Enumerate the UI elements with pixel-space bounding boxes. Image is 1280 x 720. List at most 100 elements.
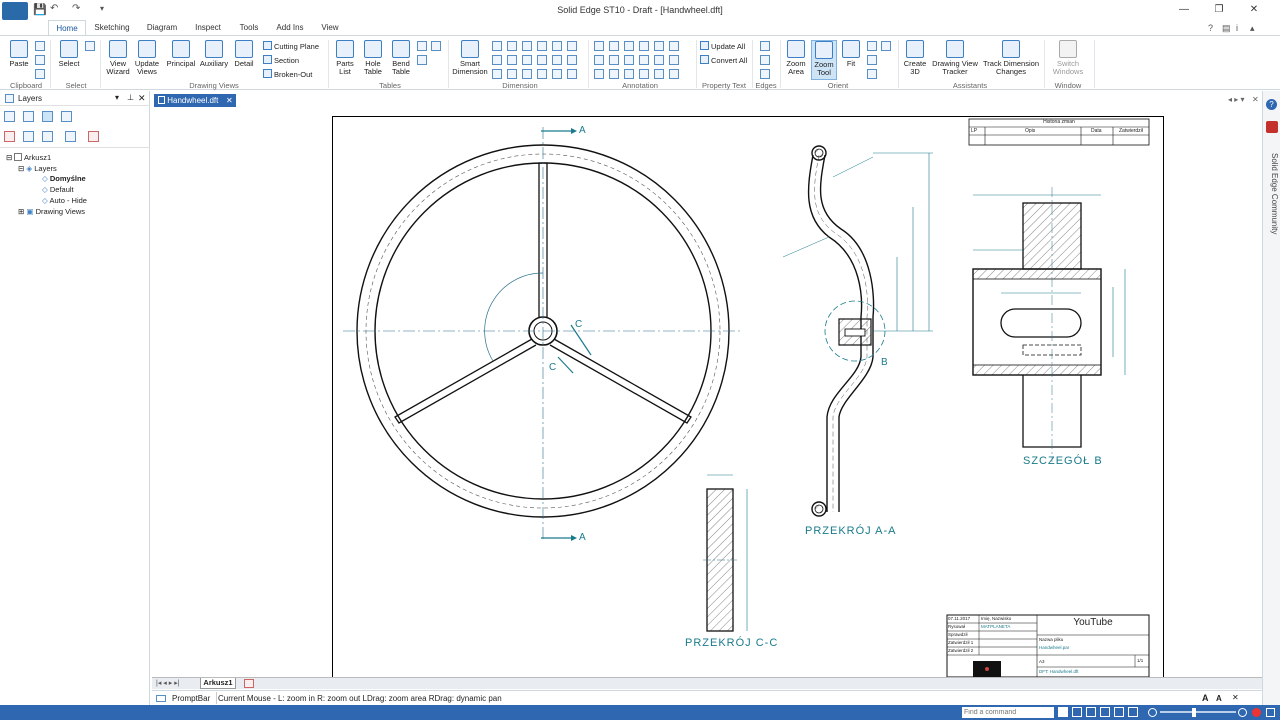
bend-table-button[interactable]: Bend Table (388, 40, 414, 76)
collapse-ribbon-icon[interactable]: ▴ (1250, 23, 1255, 34)
zoom-slider-thumb[interactable] (1192, 708, 1196, 717)
hole-table-button[interactable]: Hole Table (360, 40, 386, 76)
search-icon[interactable] (1058, 707, 1068, 717)
tab-sketching[interactable]: Sketching (90, 20, 134, 36)
ann-tool-6-icon[interactable] (669, 41, 679, 51)
broken-out-button[interactable]: Broken-Out (263, 69, 312, 81)
tab-home[interactable]: Home (48, 20, 86, 36)
pan-icon[interactable] (867, 55, 877, 65)
font-decrease-icon[interactable]: A (1216, 694, 1222, 703)
ann-tool-10-icon[interactable] (639, 55, 649, 65)
pin-icon[interactable]: ⊥ (127, 93, 134, 102)
table-tool-2-icon[interactable] (431, 41, 441, 51)
command-finder-input[interactable] (962, 707, 1054, 718)
dim-tool-17-icon[interactable] (552, 69, 562, 79)
update-all-button[interactable]: Update All (700, 41, 745, 53)
status-tool-3-icon[interactable] (1100, 707, 1110, 717)
tab-tools[interactable]: Tools (234, 20, 264, 36)
sheet-nav-icon[interactable]: |◂ ◂ ▸ ▸| (156, 679, 180, 687)
minimize-icon[interactable]: — (1175, 3, 1193, 17)
dim-tool-8-icon[interactable] (507, 55, 517, 65)
zoom-previous-icon[interactable] (881, 41, 891, 51)
show-layer-icon[interactable] (23, 131, 34, 142)
ann-tool-8-icon[interactable] (609, 55, 619, 65)
options-icon[interactable]: ▤ (1222, 23, 1231, 34)
document-tab-close-icon[interactable]: ✕ (226, 94, 233, 107)
ann-tool-2-icon[interactable] (609, 41, 619, 51)
layer-tool-1-icon[interactable] (4, 111, 15, 122)
edges-tool-1-icon[interactable] (760, 41, 770, 51)
select-button[interactable]: Select (56, 40, 82, 68)
format-painter-icon[interactable] (35, 69, 45, 79)
ann-tool-5-icon[interactable] (654, 41, 664, 51)
zoom-slider[interactable] (1160, 711, 1236, 713)
document-tab[interactable]: Handwheel.dft ✕ (154, 94, 236, 107)
ann-tool-13-icon[interactable] (594, 69, 604, 79)
smart-dimension-button[interactable]: Smart Dimension (452, 40, 488, 76)
doc-close-icon[interactable]: ✕ (1252, 95, 1259, 104)
font-increase-icon[interactable]: A (1202, 693, 1209, 703)
tab-addins[interactable]: Add Ins (272, 20, 308, 36)
tree-layers[interactable]: ⊟ ◈ Layers (18, 164, 57, 173)
status-tool-5-icon[interactable] (1128, 707, 1138, 717)
dim-tool-2-icon[interactable] (507, 41, 517, 51)
track-dimension-changes-button[interactable]: Track Dimension Changes (982, 40, 1040, 76)
status-settings-icon[interactable] (1266, 708, 1275, 717)
dim-tool-7-icon[interactable] (492, 55, 502, 65)
zoom-in-icon[interactable] (867, 41, 877, 51)
section-button[interactable]: Section (263, 55, 299, 67)
edges-tool-2-icon[interactable] (760, 55, 770, 65)
ann-tool-16-icon[interactable] (639, 69, 649, 79)
edges-tool-3-icon[interactable] (760, 69, 770, 79)
copy-icon[interactable] (35, 55, 45, 65)
select-tools-icon[interactable] (85, 41, 95, 51)
panel-menu-icon[interactable]: ▾ (115, 93, 119, 102)
tab-diagram[interactable]: Diagram (142, 20, 182, 36)
tree-layer-autohide[interactable]: ◇ Auto - Hide (42, 196, 87, 205)
dim-tool-15-icon[interactable] (522, 69, 532, 79)
create-3d-button[interactable]: Create 3D (902, 40, 928, 76)
ann-tool-14-icon[interactable] (609, 69, 619, 79)
dim-tool-14-icon[interactable] (507, 69, 517, 79)
dim-tool-9-icon[interactable] (522, 55, 532, 65)
prompt-close-icon[interactable]: ✕ (1232, 693, 1239, 702)
detail-button[interactable]: Detail (231, 40, 257, 68)
delete-layer-icon[interactable] (88, 131, 99, 142)
hide-layer-icon[interactable] (42, 131, 53, 142)
ann-tool-11-icon[interactable] (654, 55, 664, 65)
layer-help-icon[interactable] (61, 111, 72, 122)
tree-drawing-views[interactable]: ⊞ ▣ Drawing Views (18, 207, 85, 216)
dim-tool-10-icon[interactable] (537, 55, 547, 65)
help-icon[interactable]: ? (1208, 23, 1213, 33)
move-to-layer-icon[interactable] (65, 131, 76, 142)
view-wizard-button[interactable]: View Wizard (104, 40, 132, 76)
rotate-icon[interactable] (867, 69, 877, 79)
drawing-sheet[interactable]: A A C C B PRZEKRÓJ A-A PRZEKRÓJ C-C SZCZ… (332, 116, 1164, 678)
dim-tool-5-icon[interactable] (552, 41, 562, 51)
cut-icon[interactable] (35, 41, 45, 51)
tree-root[interactable]: ⊟ Arkusz1 (6, 153, 51, 162)
zoom-tool-button[interactable]: Zoom Tool (811, 40, 837, 80)
ann-tool-4-icon[interactable] (639, 41, 649, 51)
zoom-in-status-icon[interactable] (1238, 708, 1247, 717)
dim-tool-4-icon[interactable] (537, 41, 547, 51)
panel-close-icon[interactable]: ✕ (138, 93, 146, 104)
layer-tool-2-icon[interactable] (23, 111, 34, 122)
tab-view[interactable]: View (316, 20, 344, 36)
restore-icon[interactable]: ❐ (1210, 3, 1228, 17)
parts-list-button[interactable]: Parts List (332, 40, 358, 76)
community-tab-label[interactable]: Solid Edge Community (1265, 153, 1279, 283)
principal-button[interactable]: Principal (164, 40, 198, 68)
paste-button[interactable]: Paste (6, 40, 32, 68)
ann-tool-3-icon[interactable] (624, 41, 634, 51)
tab-inspect[interactable]: Inspect (190, 20, 226, 36)
dim-tool-3-icon[interactable] (522, 41, 532, 51)
close-icon[interactable]: ✕ (1245, 3, 1263, 17)
dim-tool-1-icon[interactable] (492, 41, 502, 51)
ann-tool-1-icon[interactable] (594, 41, 604, 51)
layer-tool-3-icon[interactable] (42, 111, 53, 122)
ann-tool-17-icon[interactable] (654, 69, 664, 79)
tree-layer-active[interactable]: ◇ Domyślne (42, 174, 86, 183)
zoom-area-button[interactable]: Zoom Area (783, 40, 809, 76)
table-tool-3-icon[interactable] (417, 55, 427, 65)
